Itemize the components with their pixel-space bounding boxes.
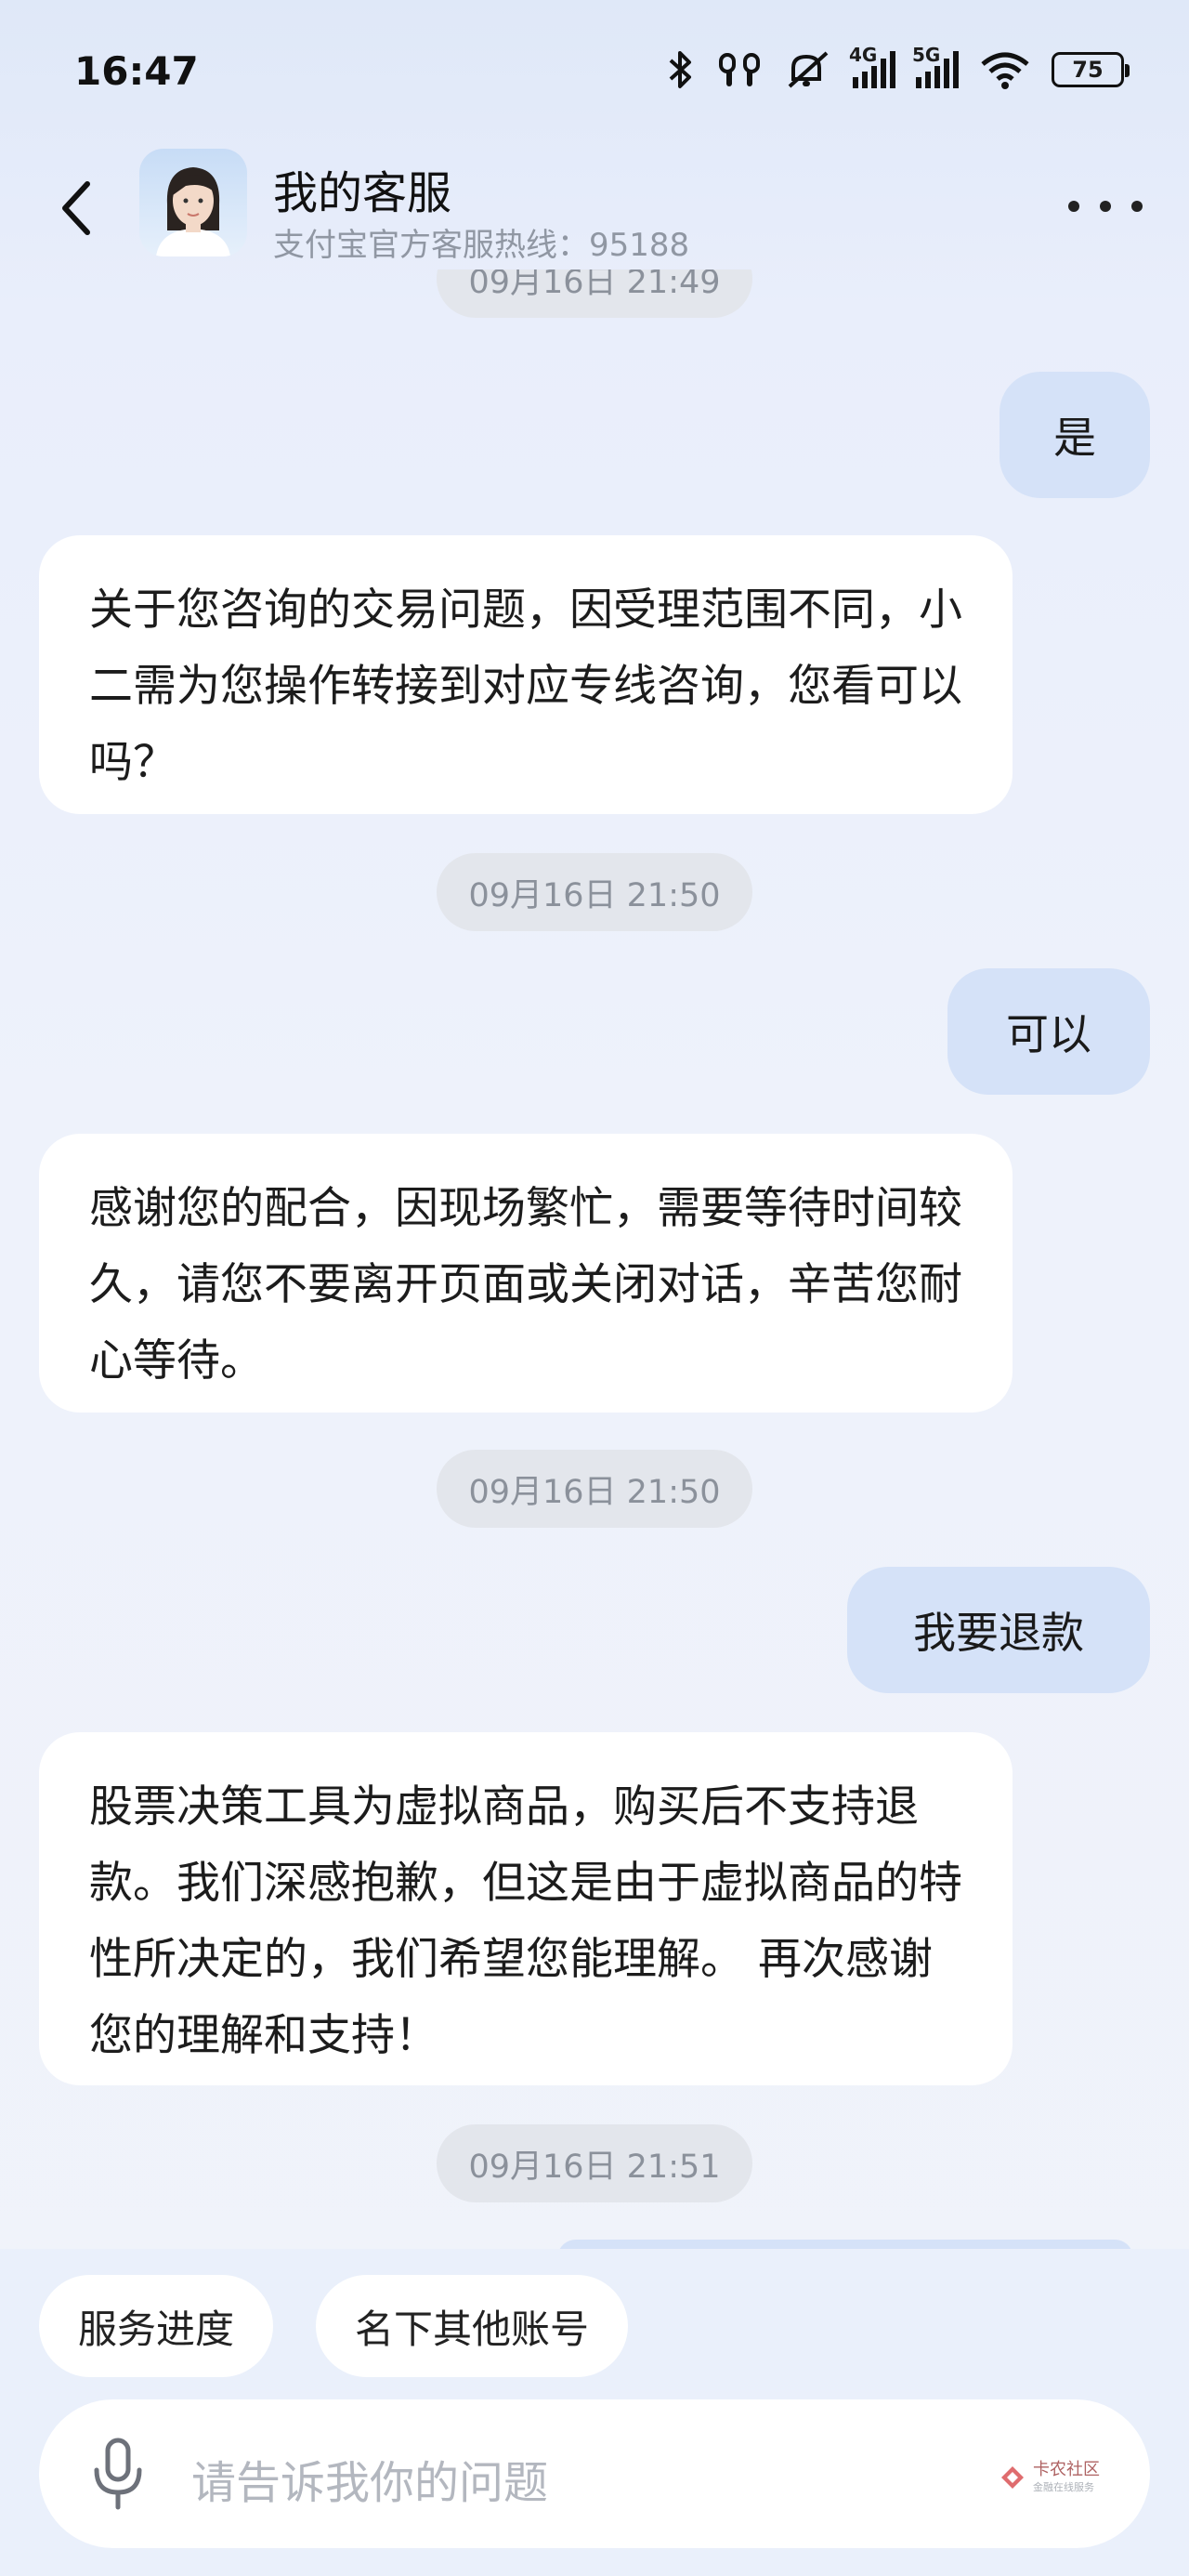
quick-action-other-accounts[interactable]: 名下其他账号 — [316, 2275, 629, 2377]
signal-5g-icon: 5G — [912, 44, 959, 88]
chat-title: 我的客服 — [273, 167, 452, 219]
chat-messages[interactable]: 09月16日 21:49 是 关于您咨询的交易问题，因受理范围不同，小二需为您操… — [0, 269, 1189, 2249]
timestamp: 09月16日 21:51 — [437, 2124, 752, 2202]
more-dot-icon — [1100, 201, 1111, 212]
agent-message[interactable]: 关于您咨询的交易问题，因受理范围不同，小二需为您操作转接到对应专线咨询，您看可以… — [39, 535, 1013, 814]
chevron-left-icon — [62, 181, 90, 235]
microphone-icon[interactable] — [85, 2437, 150, 2511]
status-bar: 16:47 4G 5G 75 — [0, 0, 1189, 139]
watermark-logo: 卡农社区 金融在线服务 — [998, 2461, 1100, 2494]
agent-avatar[interactable] — [139, 149, 247, 256]
earbuds-icon — [717, 46, 764, 93]
user-message[interactable] — [557, 2240, 1133, 2249]
message-input[interactable]: 请告诉我你的问题 卡农社区 金融在线服务 — [39, 2399, 1150, 2548]
bluetooth-icon — [665, 46, 697, 93]
back-button[interactable] — [48, 171, 104, 245]
user-message[interactable]: 我要退款 — [847, 1567, 1150, 1693]
chat-header: 我的客服 支付宝官方客服热线：95188 — [0, 139, 1189, 269]
watermark-subtext: 金融在线服务 — [1033, 2481, 1094, 2493]
bottom-bar: 服务进度 名下其他账号 请告诉我你的问题 卡农社区 金融在线服务 — [0, 2249, 1189, 2576]
input-placeholder: 请告诉我你的问题 — [191, 2457, 549, 2509]
quick-action-service-progress[interactable]: 服务进度 — [39, 2275, 274, 2377]
more-dot-icon — [1131, 201, 1143, 212]
timestamp: 09月16日 21:50 — [437, 1450, 752, 1528]
status-icons: 4G 5G 75 — [665, 44, 1130, 93]
agent-message[interactable]: 感谢您的配合，因现场繁忙，需要等待时间较久，请您不要离开页面或关闭对话，辛苦您耐… — [39, 1134, 1013, 1413]
network-5g-label: 5G — [912, 44, 941, 66]
more-options-button[interactable] — [1068, 188, 1143, 225]
wifi-icon — [979, 46, 1031, 93]
timestamp: 09月16日 21:50 — [437, 853, 752, 931]
status-time: 16:47 — [74, 48, 199, 94]
user-message[interactable]: 是 — [1000, 372, 1150, 498]
more-dot-icon — [1068, 201, 1079, 212]
user-message[interactable]: 可以 — [947, 968, 1150, 1095]
watermark-icon — [1001, 2466, 1024, 2489]
battery-level: 75 — [1072, 57, 1104, 83]
agent-message[interactable]: 股票决策工具为虚拟商品，购买后不支持退款。我们深感抱歉，但这是由于虚拟商品的特性… — [39, 1732, 1013, 2085]
signal-4g-icon: 4G — [849, 44, 895, 88]
network-4g-label: 4G — [849, 44, 878, 66]
hotline-subtitle: 支付宝官方客服热线：95188 — [273, 227, 690, 264]
mute-icon — [784, 46, 832, 93]
timestamp: 09月16日 21:49 — [437, 269, 752, 318]
battery-icon: 75 — [1052, 52, 1130, 87]
watermark-text: 卡农社区 — [1033, 2460, 1100, 2479]
